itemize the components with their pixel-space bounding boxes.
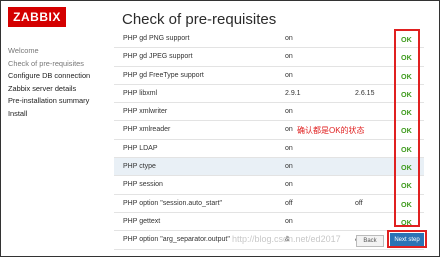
current-value: 2.9.1: [285, 89, 301, 97]
table-row: PHP xmlreader on OK: [114, 121, 424, 140]
table-row: PHP gd FreeType support on OK: [114, 67, 424, 85]
current-value: on: [285, 108, 293, 116]
current-value: on: [285, 35, 293, 42]
prerequisites-table: PHP gd PNG support on OK PHP gd JPEG sup…: [114, 30, 424, 250]
setup-steps-sidebar: Welcome Check of pre-requisites Configur…: [8, 45, 113, 121]
table-row: PHP session on OK: [114, 176, 424, 195]
check-name: PHP LDAP: [123, 144, 158, 152]
check-name: PHP ctype: [123, 163, 156, 171]
current-value: on: [285, 126, 293, 134]
check-name: PHP session: [123, 181, 163, 189]
watermark: http://blog.csdn.net/ed2017: [232, 234, 341, 244]
sidebar-item-welcome: Welcome: [8, 46, 39, 55]
next-button-highlight-box: [387, 230, 427, 248]
table-row: PHP option "session.auto_start" off off …: [114, 195, 424, 213]
ok-column-highlight-box: [394, 29, 420, 227]
check-name: PHP xmlwriter: [123, 108, 168, 116]
check-name: PHP libxml: [123, 89, 158, 97]
table-row: PHP gettext on OK: [114, 213, 424, 232]
sidebar-item-pre-install-summary: Pre-installation summary: [8, 96, 90, 106]
sidebar-item-install: Install: [8, 108, 28, 118]
current-value: on: [285, 217, 293, 225]
current-value: on: [285, 71, 293, 79]
check-name: PHP option "arg_separator.output": [123, 236, 230, 244]
check-name: PHP gd FreeType support: [123, 71, 204, 79]
check-name: PHP option "session.auto_start": [123, 199, 223, 207]
zabbix-logo: ZABBIX: [8, 7, 66, 27]
required-value: off: [355, 199, 363, 207]
current-value: on: [285, 144, 293, 152]
check-name: PHP gettext: [123, 217, 161, 225]
sidebar-item-server-details: Zabbix server details: [8, 83, 77, 93]
check-name: PHP gd JPEG support: [123, 53, 193, 61]
table-row: PHP ctype on OK: [114, 158, 424, 177]
table-row: PHP LDAP on OK: [114, 140, 424, 159]
required-value: 2.6.15: [355, 89, 375, 97]
annotation-note: 确认都是OK的状态: [297, 126, 365, 135]
table-row: PHP libxml 2.9.1 2.6.15 OK: [114, 85, 424, 104]
current-value: on: [285, 181, 293, 189]
current-value: on: [285, 163, 293, 171]
page-title: Check of pre-requisites: [122, 11, 277, 28]
table-row: PHP xmlwriter on OK: [114, 103, 424, 122]
current-value: on: [285, 53, 293, 61]
table-row: PHP gd PNG support on OK: [114, 30, 424, 49]
check-name: PHP xmlreader: [123, 126, 171, 134]
sidebar-item-db-connection: Configure DB connection: [8, 71, 91, 81]
table-row: PHP gd JPEG support on OK: [114, 48, 424, 67]
current-value: off: [285, 199, 293, 207]
back-button[interactable]: Back: [356, 235, 384, 247]
sidebar-item-prerequisites: Check of pre-requisites: [8, 58, 84, 68]
check-name: PHP gd PNG support: [123, 35, 190, 42]
